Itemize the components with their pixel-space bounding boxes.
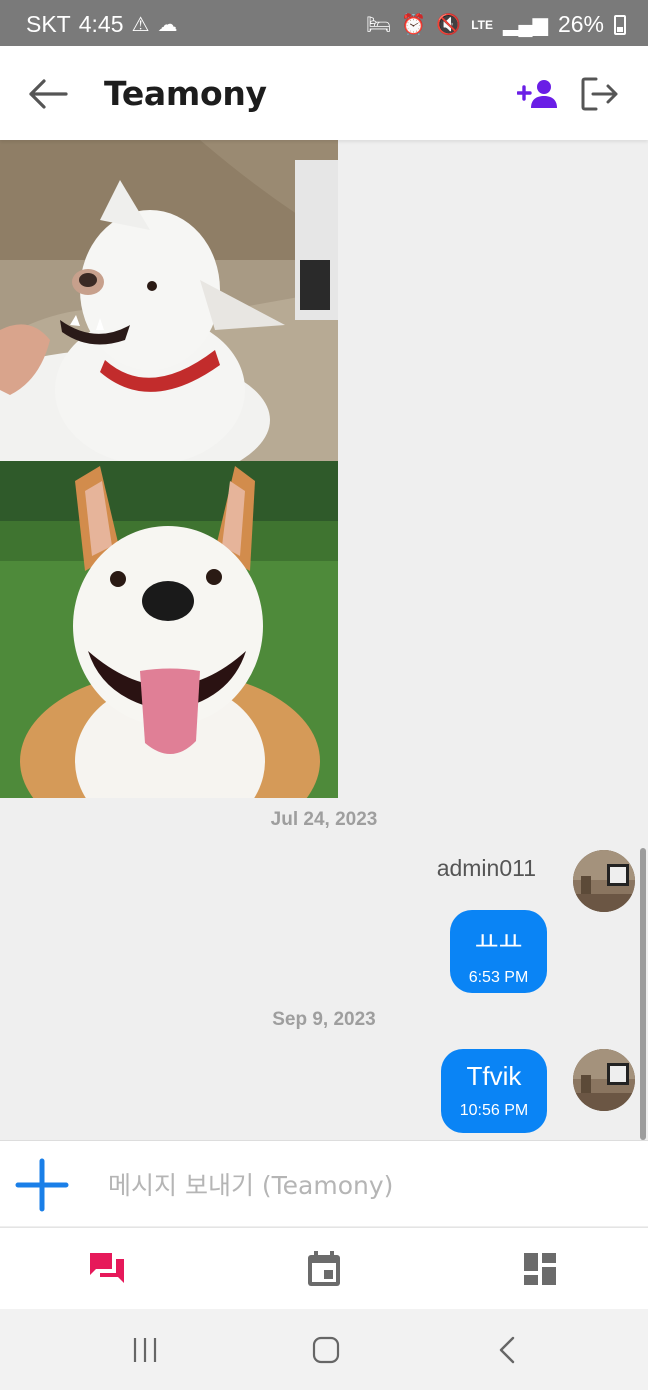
profile-photo-image bbox=[573, 1049, 635, 1111]
leave-room-button[interactable] bbox=[576, 70, 624, 118]
dog-photo-image bbox=[0, 461, 338, 798]
tab-calendar[interactable] bbox=[301, 1246, 347, 1292]
alarm-icon: ⏰ bbox=[401, 13, 427, 36]
tab-chat[interactable] bbox=[85, 1246, 131, 1292]
date-separator: Sep 9, 2023 bbox=[272, 1009, 376, 1030]
carrier-label: SKT bbox=[26, 11, 71, 37]
page-title: Teamony bbox=[104, 74, 267, 113]
bottom-navigation bbox=[0, 1227, 648, 1309]
home-button[interactable] bbox=[302, 1329, 350, 1371]
dog-photo-image bbox=[0, 140, 338, 461]
calendar-icon bbox=[308, 1251, 340, 1286]
clock: 4:45 bbox=[78, 11, 124, 37]
message-bubble[interactable]: Tfvik 10:56 PM bbox=[441, 1049, 547, 1133]
exit-icon bbox=[581, 77, 618, 111]
network-label: LTE bbox=[471, 17, 494, 32]
message-bubble[interactable]: ㅛㅛ 6:53 PM bbox=[450, 910, 547, 993]
message-time: 6:53 PM bbox=[468, 969, 529, 986]
avatar[interactable] bbox=[573, 850, 635, 912]
system-navigation-bar bbox=[0, 1309, 648, 1390]
shared-photo-dog-couch[interactable] bbox=[0, 140, 338, 461]
cloud-icon: ☁ bbox=[157, 13, 178, 36]
plus-icon bbox=[15, 1158, 69, 1212]
recent-apps-button[interactable] bbox=[121, 1329, 169, 1371]
back-button[interactable] bbox=[24, 70, 72, 118]
sender-name: admin011 bbox=[436, 855, 536, 881]
message-input[interactable] bbox=[96, 1161, 616, 1209]
attach-button[interactable] bbox=[14, 1157, 70, 1213]
recent-apps-icon bbox=[133, 1338, 157, 1362]
profile-photo-image bbox=[573, 850, 635, 912]
add-member-button[interactable] bbox=[512, 70, 564, 118]
tab-dashboard[interactable] bbox=[517, 1246, 563, 1292]
message-text: ㅛㅛ bbox=[474, 927, 523, 957]
person-add-icon bbox=[517, 80, 557, 108]
system-back-button[interactable] bbox=[484, 1329, 532, 1371]
arrow-left-icon bbox=[29, 79, 68, 109]
signal-icon: ▂▄▆ bbox=[503, 13, 548, 36]
shared-photo-dog-grass[interactable] bbox=[0, 461, 338, 798]
bed-icon: 🛏 bbox=[366, 13, 392, 36]
avatar[interactable] bbox=[573, 1049, 635, 1111]
status-bar: SKT 4:45 ⚠ ☁ 🛏 ⏰ 🔇 LTE ▂▄▆ 26% bbox=[0, 0, 648, 46]
chat-icon bbox=[90, 1253, 124, 1283]
message-composer bbox=[0, 1140, 648, 1226]
chevron-left-icon bbox=[499, 1336, 515, 1364]
scrollbar[interactable] bbox=[640, 848, 646, 1140]
battery-label: 26% bbox=[557, 11, 604, 37]
chat-message-list[interactable]: Jul 24, 2023 admin011 ㅛㅛ 6:53 PM Sep 9, … bbox=[0, 140, 648, 1140]
app-header: Teamony bbox=[0, 46, 648, 140]
message-time: 10:56 PM bbox=[459, 1102, 529, 1119]
mute-icon: 🔇 bbox=[436, 13, 462, 36]
message-text: Tfvik bbox=[466, 1061, 522, 1091]
home-icon bbox=[312, 1336, 340, 1364]
battery-icon bbox=[614, 14, 626, 35]
date-separator: Jul 24, 2023 bbox=[270, 809, 378, 830]
warning-icon: ⚠ bbox=[131, 13, 150, 36]
dashboard-icon bbox=[524, 1253, 556, 1285]
